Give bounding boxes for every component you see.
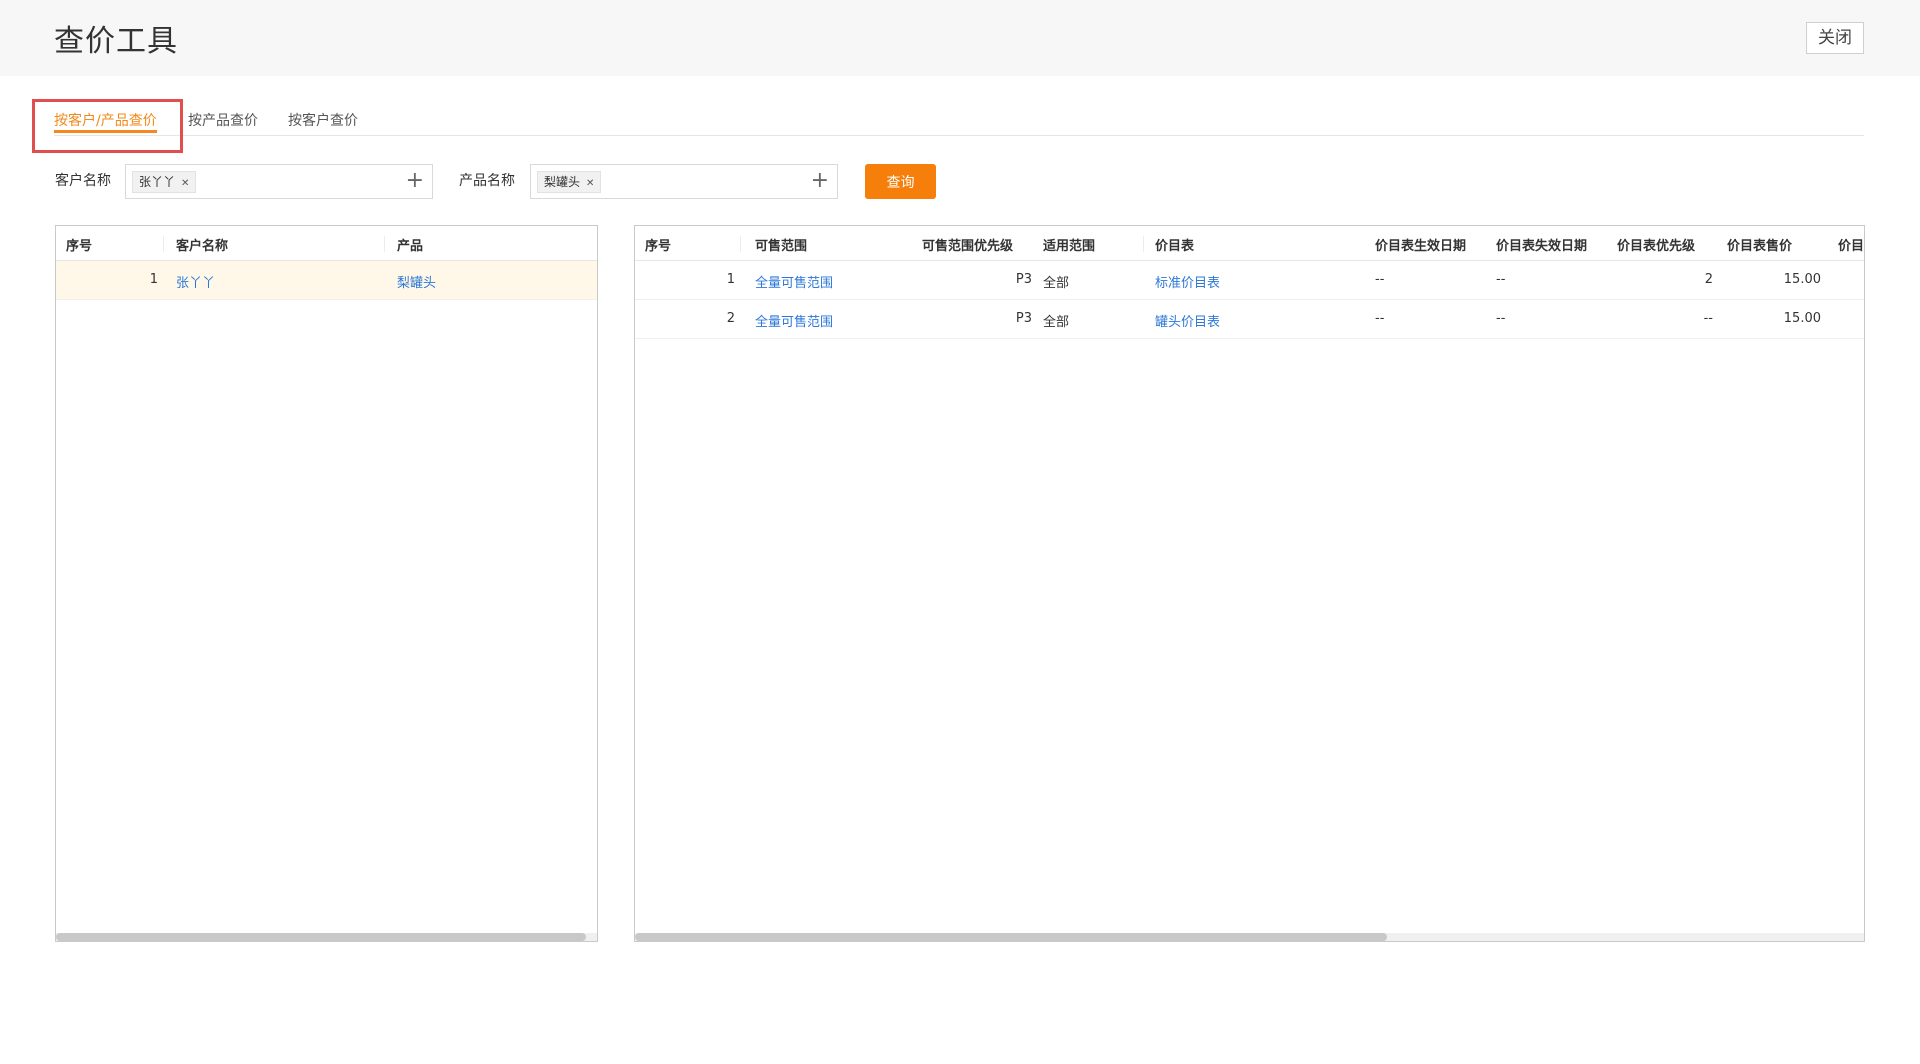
column-header: 可售范围	[755, 239, 808, 254]
table-header: 序号 客户名称 产品	[56, 226, 597, 261]
query-button[interactable]: 查询	[865, 164, 936, 199]
page-title: 查价工具	[54, 24, 178, 59]
range-priority: P3	[1015, 311, 1032, 326]
tab-label: 按客户查价	[288, 113, 358, 129]
sale-price: 15.00	[1783, 311, 1821, 326]
customer-name-label: 客户名称	[55, 173, 111, 189]
close-button[interactable]: 关闭	[1806, 22, 1864, 54]
horizontal-scrollbar[interactable]	[56, 933, 597, 941]
product-name-label: 产品名称	[459, 173, 515, 189]
tab-label: 按客户/产品查价	[54, 113, 157, 129]
table-row[interactable]: 2 全量可售范围 P3 全部 罐头价目表 -- -- -- 15.00	[635, 300, 1864, 339]
customer-link[interactable]: 张丫丫	[176, 272, 215, 291]
scrollbar-thumb[interactable]	[635, 933, 1387, 941]
column-header: 可售范围优先级	[922, 239, 1014, 254]
effective-date: --	[1375, 311, 1385, 326]
column-header: 序号	[66, 239, 93, 254]
table-row[interactable]: 1 张丫丫 梨罐头	[56, 261, 597, 300]
range-priority: P3	[1015, 272, 1032, 287]
row-index: 1	[726, 272, 735, 287]
column-header: 序号	[645, 239, 672, 254]
plus-icon[interactable]: +	[811, 168, 829, 194]
tab-customer-price[interactable]: 按客户查价	[288, 110, 358, 130]
list-priority: --	[1703, 311, 1713, 326]
column-header: 客户名称	[176, 239, 229, 254]
tab-product-price[interactable]: 按产品查价	[188, 110, 258, 130]
column-header: 价目表生效日期	[1375, 239, 1467, 254]
plus-icon[interactable]: +	[406, 168, 424, 194]
sale-price: 15.00	[1783, 272, 1821, 287]
scrollbar-thumb[interactable]	[56, 933, 586, 941]
page-header: 查价工具 关闭	[0, 0, 1920, 76]
customer-name-input[interactable]: 张丫丫 ✕ +	[125, 164, 433, 199]
horizontal-scrollbar[interactable]	[635, 933, 1864, 941]
row-index: 2	[726, 311, 735, 326]
column-header: 价目表优先级	[1617, 239, 1696, 254]
row-index: 1	[149, 272, 158, 287]
close-x-icon[interactable]: ✕	[586, 178, 594, 189]
tab-customer-product-price[interactable]: 按客户/产品查价	[54, 110, 157, 133]
column-header: 产品	[397, 239, 424, 254]
price-list-link[interactable]: 标准价目表	[1155, 272, 1220, 291]
expire-date: --	[1496, 311, 1506, 326]
sales-range-link[interactable]: 全量可售范围	[755, 272, 833, 291]
column-header: 适用范围	[1043, 239, 1096, 254]
scope: 全部	[1043, 276, 1070, 291]
price-list-link[interactable]: 罐头价目表	[1155, 311, 1220, 330]
column-divider[interactable]	[740, 236, 741, 252]
sales-range-link[interactable]: 全量可售范围	[755, 311, 833, 330]
product-name-input[interactable]: 梨罐头 ✕ +	[530, 164, 838, 199]
column-header: 价目表	[1155, 239, 1195, 254]
customer-tag-text: 张丫丫	[139, 175, 176, 189]
product-tag: 梨罐头 ✕	[537, 171, 602, 193]
expire-date: --	[1496, 272, 1506, 287]
close-x-icon[interactable]: ✕	[181, 178, 189, 189]
tab-label: 按产品查价	[188, 113, 258, 129]
product-link[interactable]: 梨罐头	[397, 272, 436, 291]
price-result-table: 序号 可售范围 可售范围优先级 适用范围 价目表 价目表生效日期 价目表失效日期…	[634, 225, 1865, 942]
customer-product-table: 序号 客户名称 产品 1 张丫丫 梨罐头	[55, 225, 598, 942]
scope: 全部	[1043, 315, 1070, 330]
column-header: 价目表失效日期	[1496, 239, 1588, 254]
column-header: 价目表售价	[1727, 239, 1793, 254]
column-divider[interactable]	[163, 236, 164, 252]
column-header: 价目	[1838, 239, 1865, 254]
column-divider[interactable]	[1143, 236, 1144, 252]
active-tab-indicator	[54, 130, 157, 133]
list-priority: 2	[1704, 272, 1713, 287]
effective-date: --	[1375, 272, 1385, 287]
product-tag-text: 梨罐头	[544, 175, 581, 189]
table-row[interactable]: 1 全量可售范围 P3 全部 标准价目表 -- -- 2 15.00	[635, 261, 1864, 300]
customer-tag: 张丫丫 ✕	[132, 171, 197, 193]
table-header: 序号 可售范围 可售范围优先级 适用范围 价目表 价目表生效日期 价目表失效日期…	[635, 226, 1864, 261]
tab-bar: 按客户/产品查价 按产品查价 按客户查价	[54, 108, 1864, 136]
column-divider[interactable]	[384, 236, 385, 252]
